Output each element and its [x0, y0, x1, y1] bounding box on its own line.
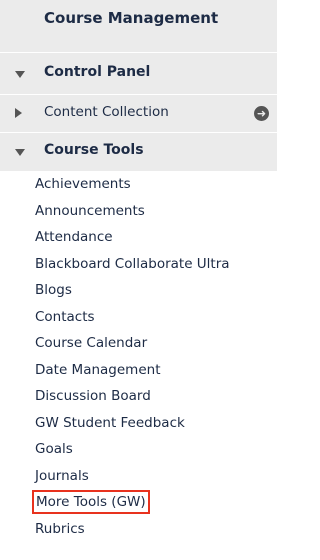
course-management-header: Course Management — [0, 0, 277, 52]
arrow-circle-right-icon[interactable]: ➜ — [254, 106, 269, 121]
tool-link-goals[interactable]: Goals — [35, 441, 73, 457]
tool-link-journals[interactable]: Journals — [35, 468, 89, 484]
list-item[interactable]: Contacts — [0, 304, 277, 331]
tool-link-gw-student-feedback[interactable]: GW Student Feedback — [35, 415, 185, 431]
course-tools-label[interactable]: Course Tools — [44, 142, 144, 158]
list-item[interactable]: Blackboard Collaborate Ultra — [0, 251, 277, 278]
control-panel-label[interactable]: Control Panel — [44, 64, 150, 80]
course-management-title: Course Management — [44, 9, 219, 27]
list-item[interactable]: Blogs — [0, 277, 277, 304]
tool-link-rubrics[interactable]: Rubrics — [35, 521, 85, 537]
course-tools-header[interactable]: Course Tools — [0, 132, 277, 171]
list-item[interactable]: More Tools (GW) — [0, 489, 277, 516]
control-panel-header[interactable]: Control Panel — [0, 52, 277, 94]
list-item[interactable]: Rubrics — [0, 516, 277, 543]
list-item[interactable]: Goals — [0, 436, 277, 463]
triangle-right-icon[interactable] — [15, 108, 22, 118]
tool-link-date-management[interactable]: Date Management — [35, 362, 161, 378]
tool-link-achievements[interactable]: Achievements — [35, 176, 131, 192]
course-tools-list: Achievements Announcements Attendance Bl… — [0, 171, 277, 542]
list-item[interactable]: GW Student Feedback — [0, 410, 277, 437]
list-item[interactable]: Course Calendar — [0, 330, 277, 357]
tool-link-attendance[interactable]: Attendance — [35, 229, 113, 245]
triangle-down-icon[interactable] — [15, 149, 25, 156]
triangle-down-icon[interactable] — [15, 71, 25, 78]
list-item[interactable]: Discussion Board — [0, 383, 277, 410]
tool-link-discussion-board[interactable]: Discussion Board — [35, 388, 151, 404]
content-collection-label[interactable]: Content Collection — [44, 104, 169, 120]
list-item[interactable]: Announcements — [0, 198, 277, 225]
content-collection-item[interactable]: Content Collection ➜ — [0, 94, 277, 132]
tool-link-more-tools-gw[interactable]: More Tools (GW) — [32, 490, 150, 514]
tool-link-course-calendar[interactable]: Course Calendar — [35, 335, 147, 351]
list-item[interactable]: Attendance — [0, 224, 277, 251]
tool-link-contacts[interactable]: Contacts — [35, 309, 95, 325]
list-item[interactable]: Journals — [0, 463, 277, 490]
list-item[interactable]: Date Management — [0, 357, 277, 384]
list-item[interactable]: Achievements — [0, 171, 277, 198]
course-management-panel: Course Management Control Panel Content … — [0, 0, 277, 560]
tool-link-announcements[interactable]: Announcements — [35, 203, 145, 219]
tool-link-blogs[interactable]: Blogs — [35, 282, 72, 298]
tool-link-blackboard-collaborate-ultra[interactable]: Blackboard Collaborate Ultra — [35, 256, 230, 272]
